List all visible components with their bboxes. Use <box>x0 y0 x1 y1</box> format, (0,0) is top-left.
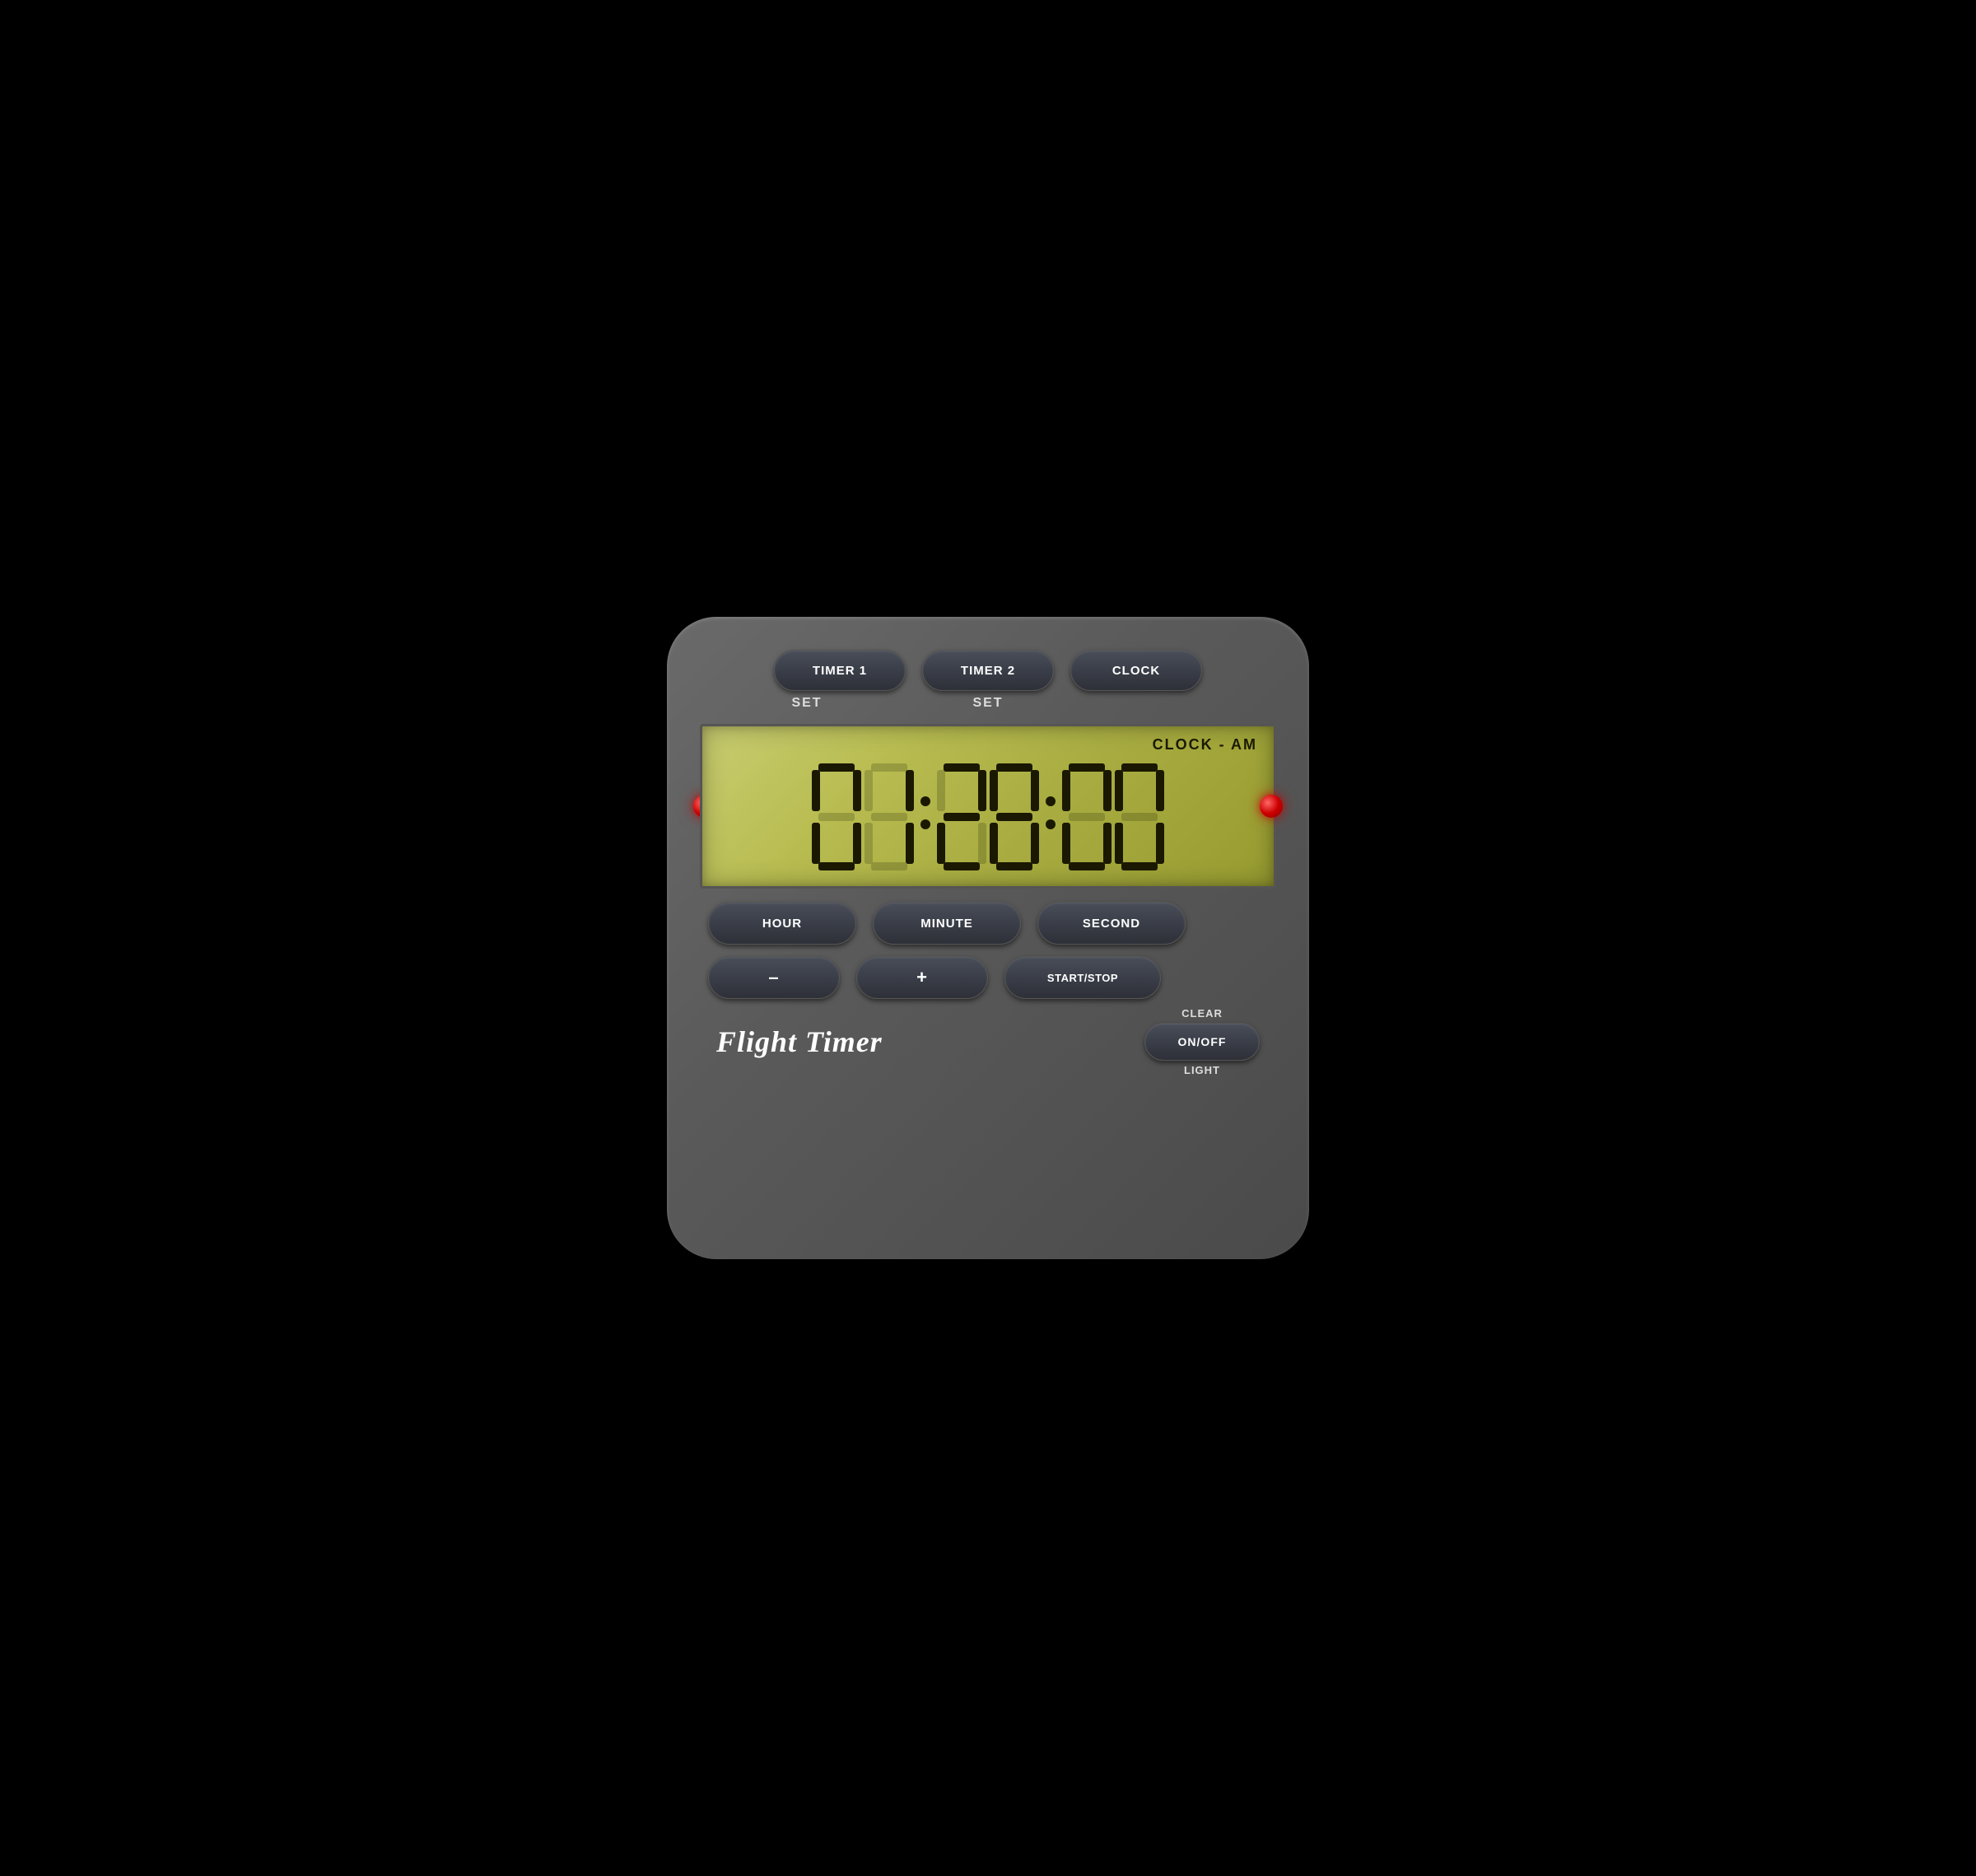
flight-timer-device: TIMER 1 TIMER 2 CLOCK SET SET CLOCK - AM <box>667 617 1309 1259</box>
plus-button[interactable]: + <box>856 956 988 999</box>
brand-row: Flight Timer CLEAR ON/OFF LIGHT <box>708 1007 1268 1076</box>
minus-button[interactable]: – <box>708 956 840 999</box>
lcd-screen: CLOCK - AM <box>700 724 1276 889</box>
timer1-button[interactable]: TIMER 1 <box>774 650 906 691</box>
digit-2 <box>937 763 986 870</box>
digit-1 <box>864 763 914 870</box>
digit-group-minutes <box>937 763 1039 870</box>
top-button-row: TIMER 1 TIMER 2 CLOCK <box>700 650 1276 691</box>
clear-label: CLEAR <box>1181 1007 1223 1020</box>
brand-label: Flight Timer <box>716 1024 883 1059</box>
set2-label: SET <box>897 696 1079 711</box>
colon-1 <box>920 796 930 838</box>
timer2-button[interactable]: TIMER 2 <box>922 650 1054 691</box>
right-control-col: START/STOP <box>1004 956 1161 999</box>
set1-label: SET <box>716 696 897 711</box>
start-stop-button[interactable]: START/STOP <box>1004 956 1161 999</box>
light-label: LIGHT <box>1184 1064 1220 1076</box>
hour-button[interactable]: HOUR <box>708 902 856 945</box>
onoff-col: CLEAR ON/OFF LIGHT <box>1144 1007 1260 1076</box>
digit-group-hours <box>812 763 914 870</box>
digit-sec-1 <box>1115 763 1164 870</box>
display-area: CLOCK - AM <box>700 724 1276 889</box>
digit-8 <box>990 763 1039 870</box>
minute-button[interactable]: MINUTE <box>873 902 1021 945</box>
adjust-button-row: – + START/STOP <box>708 956 1268 999</box>
bottom-section: HOUR MINUTE SECOND – + START/STOP Flight… <box>700 902 1276 1076</box>
clock-button[interactable]: CLOCK <box>1070 650 1202 691</box>
time-display <box>719 757 1257 876</box>
second-button[interactable]: SECOND <box>1037 902 1186 945</box>
digit-0 <box>812 763 861 870</box>
function-button-row: HOUR MINUTE SECOND <box>708 902 1268 945</box>
set-labels-row: SET SET <box>700 696 1276 711</box>
right-led-indicator <box>1260 795 1283 818</box>
colon-2 <box>1046 796 1056 838</box>
digit-group-seconds <box>1062 763 1164 870</box>
digit-sec-0 <box>1062 763 1112 870</box>
mode-label: CLOCK - AM <box>719 736 1257 754</box>
on-off-button[interactable]: ON/OFF <box>1144 1023 1260 1061</box>
